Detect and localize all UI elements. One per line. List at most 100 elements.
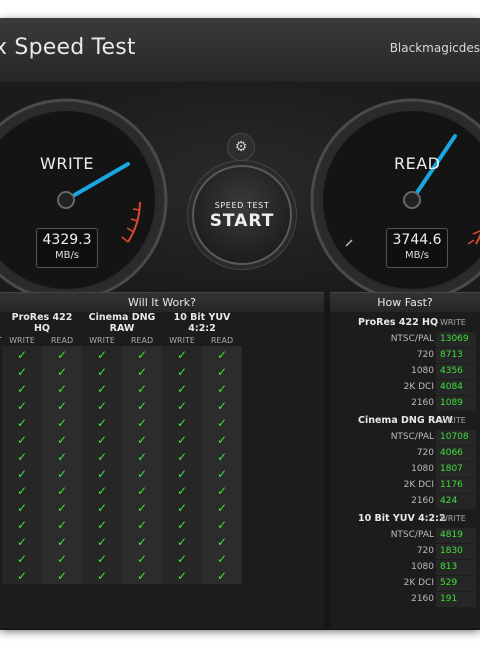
checkmark-icon: ✓ — [122, 465, 162, 482]
read-value: 3744.6 — [392, 232, 442, 248]
checkmark-icon: ✓ — [82, 431, 122, 448]
start-button[interactable]: SPEED TEST START — [192, 165, 292, 265]
checkmark-icon: ✓ — [2, 346, 42, 363]
checkmark-icon: ✓ — [202, 482, 242, 499]
gear-icon: ⚙ — [234, 139, 248, 155]
fps-value: 813 — [436, 560, 476, 575]
table-row: 60✓✓✓✓✓✓ — [0, 482, 242, 499]
column-subheader: READ — [50, 335, 74, 345]
title-bar: x Speed Test Blackmagicdes — [0, 18, 480, 83]
format-subheader: AT — [0, 334, 2, 346]
table-row: 60✓✓✓✓✓✓ — [0, 567, 242, 584]
table-row: AL✓✓✓✓✓✓ — [0, 346, 242, 363]
checkmark-icon: ✓ — [202, 550, 242, 567]
list-item: 2160 424 — [330, 494, 480, 509]
checkmark-icon: ✓ — [2, 499, 42, 516]
checkmark-icon: ✓ — [42, 465, 82, 482]
column-subheader: READ — [210, 335, 234, 345]
checkmark-icon: ✓ — [122, 414, 162, 431]
resolution-label: 720 — [416, 546, 434, 556]
checkmark-icon: ✓ — [122, 567, 162, 584]
codec-label: 10 Bit YUV 4:2:2 — [358, 513, 446, 524]
resolution-label: 1080 — [411, 366, 434, 376]
fps-value: 8713 — [436, 348, 476, 363]
table-row: 50✓✓✓✓✓✓ — [0, 363, 242, 380]
column-subheader: WRITE — [169, 335, 195, 345]
checkmark-icon: ✓ — [162, 448, 202, 465]
checkmark-icon: ✓ — [82, 482, 122, 499]
resolution-label: 2160 — [411, 496, 434, 506]
resolution-label: 2K DCI — [403, 578, 434, 588]
checkmark-icon: ✓ — [82, 414, 122, 431]
write-value: 4329.3 — [42, 232, 92, 248]
checkmark-icon: ✓ — [202, 465, 242, 482]
app-window: x Speed Test Blackmagicdes WRITE 4329.3 … — [0, 18, 480, 630]
checkmark-icon: ✓ — [42, 499, 82, 516]
read-gauge-label: READ — [394, 154, 441, 173]
checkmark-icon: ✓ — [202, 431, 242, 448]
table-row: 25✓✓✓✓✓✓ — [0, 499, 242, 516]
checkmark-icon: ✓ — [82, 363, 122, 380]
checkmark-icon: ✓ — [162, 533, 202, 550]
column-subheader: WRITE — [440, 514, 466, 523]
format-header: Cinema DNG RAW — [88, 312, 156, 334]
checkmark-icon: ✓ — [2, 567, 42, 584]
checkmark-icon: ✓ — [202, 380, 242, 397]
checkmark-icon: ✓ — [42, 482, 82, 499]
list-item: 720 4066 — [330, 446, 480, 461]
checkmark-icon: ✓ — [42, 448, 82, 465]
checkmark-icon: ✓ — [162, 346, 202, 363]
checkmark-icon: ✓ — [42, 533, 82, 550]
checkmark-icon: ✓ — [82, 397, 122, 414]
table-row: 25✓✓✓✓✓✓ — [0, 516, 242, 533]
checkmark-icon: ✓ — [42, 363, 82, 380]
brand-label: Blackmagicdes — [389, 41, 480, 55]
list-item: 1080 4356 — [330, 364, 480, 379]
fps-value: 4084 — [436, 380, 476, 395]
resolution-label: 2160 — [411, 398, 434, 408]
checkmark-icon: ✓ — [42, 516, 82, 533]
fps-value: 10708 — [436, 430, 476, 445]
checkmark-icon: ✓ — [162, 550, 202, 567]
checkmark-icon: ✓ — [122, 363, 162, 380]
checkmark-icon: ✓ — [162, 567, 202, 584]
settings-button[interactable]: ⚙ — [227, 133, 255, 161]
checkmark-icon: ✓ — [122, 346, 162, 363]
list-item: 1080 813 — [330, 560, 480, 575]
read-unit: MB/s — [404, 250, 430, 261]
list-item: 2K DCI 4084 — [330, 380, 480, 395]
column-subheader: WRITE — [440, 318, 466, 327]
will-it-work-table: ProRes 422 HQ Cinema DNG RAW 10 Bit YUV … — [0, 312, 242, 584]
checkmark-icon: ✓ — [82, 533, 122, 550]
checkmark-icon: ✓ — [122, 380, 162, 397]
write-readout: 4329.3 MB/s — [36, 228, 98, 268]
checkmark-icon: ✓ — [2, 550, 42, 567]
list-item: 2K DCI 1176 — [330, 478, 480, 493]
resolution-label: 2160 — [411, 594, 434, 604]
codec-header: 10 Bit YUV 4:2:2 WRITE — [330, 512, 480, 527]
resolution-label: 720 — [416, 448, 434, 458]
fps-value: 1830 — [436, 544, 476, 559]
fps-value: 1176 — [436, 478, 476, 493]
fps-value: 13069 — [436, 332, 476, 347]
checkmark-icon: ✓ — [202, 567, 242, 584]
checkmark-icon: ✓ — [202, 346, 242, 363]
table-row: 50✓✓✓✓✓✓ — [0, 397, 242, 414]
checkmark-icon: ✓ — [82, 567, 122, 584]
write-gauge — [0, 98, 168, 302]
checkmark-icon: ✓ — [2, 516, 42, 533]
checkmark-icon: ✓ — [162, 397, 202, 414]
format-header: 10 Bit YUV 4:2:2 — [173, 312, 231, 334]
list-item: NTSC/PAL 10708 — [330, 430, 480, 445]
list-item: NTSC/PAL 4819 — [330, 528, 480, 543]
table-row: 50✓✓✓✓✓✓ — [0, 550, 242, 567]
checkmark-icon: ✓ — [162, 516, 202, 533]
checkmark-icon: ✓ — [82, 465, 122, 482]
fps-value: 529 — [436, 576, 476, 591]
checkmark-icon: ✓ — [122, 516, 162, 533]
checkmark-icon: ✓ — [42, 567, 82, 584]
checkmark-icon: ✓ — [162, 380, 202, 397]
table-row: 30✓✓✓✓✓✓ — [0, 448, 242, 465]
checkmark-icon: ✓ — [162, 499, 202, 516]
table-row: 60✓✓✓✓✓✓ — [0, 414, 242, 431]
